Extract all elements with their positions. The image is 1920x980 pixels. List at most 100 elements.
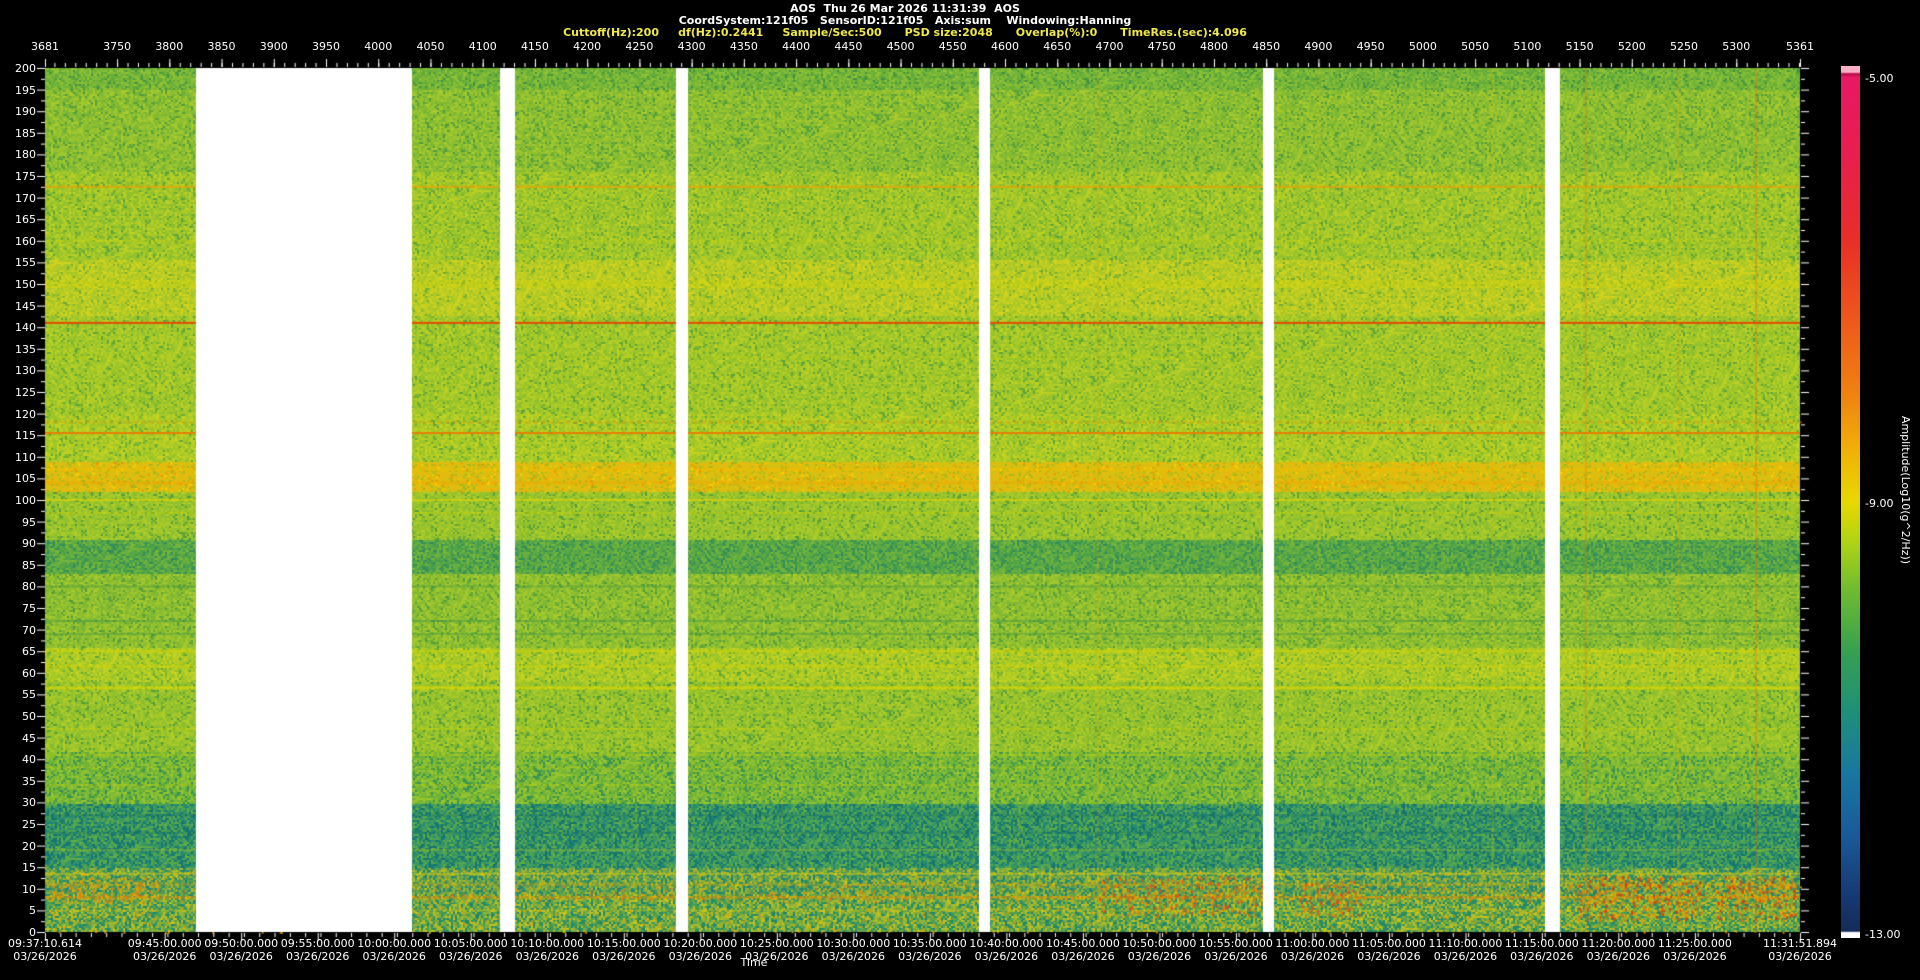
frequency-axis-label: 5 — [29, 904, 36, 918]
date-label: 03/26/2026 — [1280, 950, 1345, 963]
date-label: 03/26/2026 — [209, 950, 273, 963]
frequency-axis-label: 90 — [22, 537, 36, 551]
date-label: 03/26/2026 — [1586, 950, 1651, 963]
top-axis-label: 4150 — [520, 40, 549, 53]
spectrogram-plot — [0, 0, 1920, 980]
top-axis-label: 3681 — [31, 40, 59, 53]
time-label: 10:05:00.000 — [433, 937, 508, 950]
date-label: 03/26/2026 — [286, 950, 350, 963]
date-label: 03/26/2026 — [1663, 950, 1727, 963]
time-label: 11:15:00.000 — [1504, 937, 1579, 950]
frequency-axis-label: 155 — [15, 256, 36, 270]
frequency-axis-label: 190 — [15, 105, 36, 119]
frequency-axis-label: 75 — [22, 602, 36, 615]
top-axis-label: 3800 — [155, 40, 184, 53]
date-label: 03/26/2026 — [1204, 950, 1268, 963]
time-label: 10:35:00.000 — [892, 937, 967, 950]
frequency-axis-label: 140 — [15, 321, 36, 335]
date-label: 03/26/2026 — [13, 950, 77, 963]
top-axis-label: 4200 — [573, 40, 602, 53]
time-label: 11:10:00.000 — [1428, 937, 1503, 950]
time-label: 10:40:00.000 — [969, 937, 1044, 950]
top-axis-label: 4750 — [1147, 40, 1176, 53]
top-axis-label: 3950 — [312, 40, 340, 53]
frequency-axis-label: 35 — [22, 774, 36, 788]
date-label: 03/26/2026 — [362, 950, 426, 963]
time-label: 10:00:00.000 — [357, 937, 432, 950]
time-label: 09:55:00.000 — [280, 937, 355, 950]
date-label: 03/26/2026 — [821, 950, 886, 963]
frequency-axis-label: 150 — [15, 278, 36, 291]
frequency-axis-label: 100 — [15, 494, 36, 507]
frequency-axis-label: 10 — [22, 882, 36, 896]
frequency-axis-label: 175 — [15, 170, 36, 183]
date-label: 03/26/2026 — [668, 950, 733, 963]
time-label: 10:15:00.000 — [586, 937, 661, 950]
frequency-axis-label: 20 — [22, 839, 36, 853]
top-axis-label: 4850 — [1252, 40, 1281, 53]
date-label: 03/26/2026 — [1433, 950, 1498, 963]
date-label: 03/26/2026 — [515, 950, 579, 963]
time-label: 11:31:51.894 — [1763, 937, 1837, 950]
frequency-axis-label: 30 — [22, 796, 36, 810]
time-label: 10:10:00.000 — [510, 937, 585, 950]
frequency-axis-label: 70 — [22, 623, 36, 637]
frequency-axis-label: 85 — [22, 558, 36, 572]
top-axis-label: 5000 — [1408, 40, 1437, 53]
time-label: 10:55:00.000 — [1198, 937, 1273, 950]
colorbar-label-min: -13.00 — [1865, 928, 1901, 941]
date-label: 03/26/2026 — [1357, 950, 1421, 963]
top-axis-label: 4950 — [1356, 40, 1385, 53]
date-label: 03/26/2026 — [1127, 950, 1192, 963]
top-axis-label: 4100 — [468, 40, 497, 53]
aos-spectrogram-window: AOS Thu 26 Mar 2026 11:31:39 AOS CoordSy… — [0, 0, 1920, 980]
top-axis-label: 4650 — [1043, 40, 1072, 53]
colorbar-label-max: -5.00 — [1865, 72, 1894, 85]
frequency-axis-label: 195 — [15, 83, 36, 97]
frequency-axis-label: 40 — [22, 753, 36, 767]
frequency-axis-label: 120 — [15, 407, 36, 421]
frequency-axis-label: 115 — [15, 429, 36, 443]
frequency-axis-label: 55 — [22, 688, 36, 702]
top-axis-label: 4900 — [1304, 40, 1333, 53]
frequency-axis-label: 185 — [15, 126, 36, 140]
top-axis-label: 3850 — [207, 40, 236, 53]
frequency-axis-label: 165 — [15, 213, 36, 227]
frequency-axis-label: 135 — [15, 342, 36, 356]
top-axis-label: 3750 — [103, 40, 132, 53]
top-axis-label: 5050 — [1461, 40, 1490, 53]
date-label: 03/26/2026 — [974, 950, 1039, 963]
frequency-axis-label: 200 — [15, 62, 36, 75]
frequency-axis-label: 130 — [15, 364, 36, 378]
frequency-axis-label: 110 — [15, 450, 36, 464]
date-label: 03/26/2026 — [1051, 950, 1115, 963]
top-axis-label: 4700 — [1095, 40, 1124, 53]
top-axis-label: 4250 — [625, 40, 654, 53]
frequency-axis-label: 180 — [15, 148, 36, 162]
time-label: 10:30:00.000 — [816, 937, 891, 950]
frequency-axis-label: 170 — [15, 191, 36, 205]
time-axis-title: Time — [740, 956, 768, 969]
time-label: 10:50:00.000 — [1122, 937, 1197, 950]
date-label: 03/26/2026 — [1510, 950, 1574, 963]
top-axis-label: 5150 — [1565, 40, 1594, 53]
frequency-axis-label: 45 — [22, 731, 36, 745]
top-axis-label: 4400 — [782, 40, 811, 53]
top-axis-label: 3900 — [259, 40, 288, 53]
date-label: 03/26/2026 — [898, 950, 962, 963]
frequency-axis-label: 145 — [15, 299, 36, 313]
top-axis-label: 5250 — [1670, 40, 1699, 53]
date-label: 03/26/2026 — [439, 950, 503, 963]
top-axis-label: 4550 — [938, 40, 967, 53]
time-label: 09:50:00.000 — [204, 937, 279, 950]
colorbar — [1841, 66, 1860, 938]
top-axis-label: 4500 — [886, 40, 915, 53]
processing-info-line: Cuttoff(Hz):200 df(Hz):0.2441 Sample/Sec… — [563, 26, 1247, 39]
top-axis-label: 4450 — [834, 40, 863, 53]
time-label: 09:37:10.614 — [8, 937, 82, 950]
time-label: 10:25:00.000 — [739, 937, 814, 950]
top-axis-label: 5100 — [1513, 40, 1542, 53]
frequency-axis-label: 65 — [22, 645, 36, 659]
frequency-axis-label: 60 — [22, 666, 36, 680]
frequency-axis-label: 105 — [15, 472, 36, 486]
